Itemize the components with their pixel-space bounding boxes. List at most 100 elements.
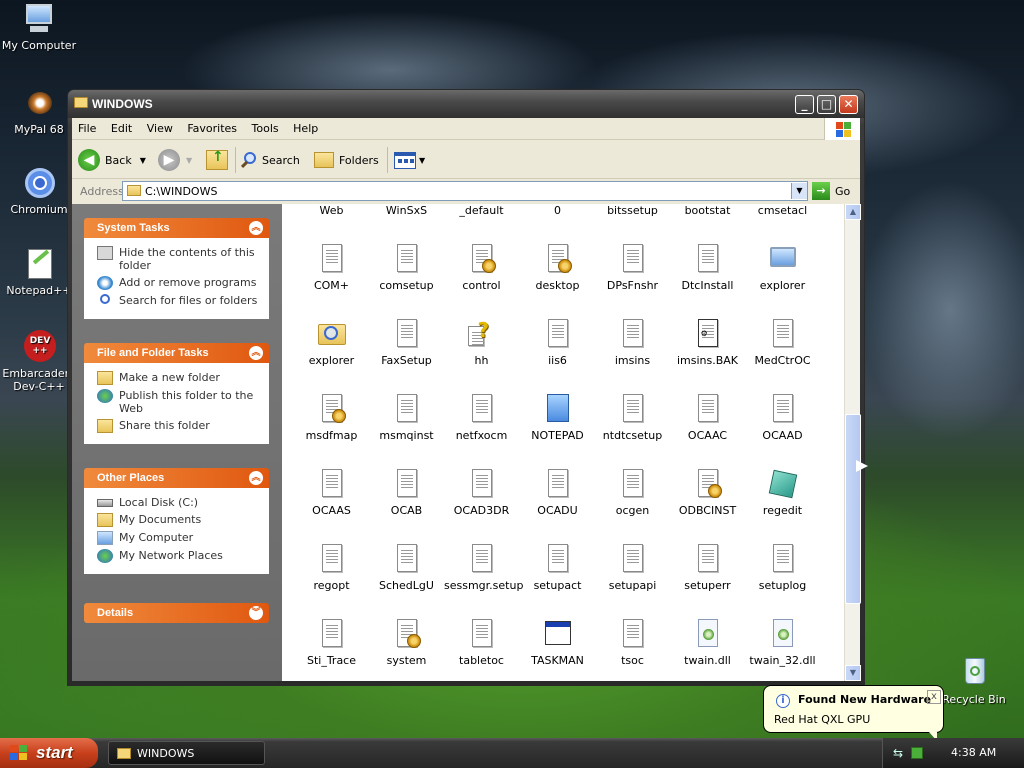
forward-button[interactable]: ▶ ▼ [158,148,192,172]
task-publish-web[interactable]: Publish this folder to the Web [97,389,262,415]
task-add-remove-programs[interactable]: Add or remove programs [97,276,262,290]
desktop-icon-recycle-bin[interactable]: Recycle Bin [934,656,1014,706]
file-item[interactable]: OCAAD [745,393,820,442]
file-item[interactable]: DPsFnshr [595,243,670,292]
file-item[interactable]: imsins [595,318,670,367]
collapse-icon[interactable]: ︽ [249,221,263,235]
clock[interactable]: 4:38 AM [951,746,996,759]
menu-tools[interactable]: Tools [246,118,284,135]
address-dropdown-button[interactable]: ▼ [791,183,807,199]
file-item[interactable]: setupact [520,543,595,592]
vertical-scrollbar[interactable]: ▲ ▼ [844,204,861,681]
file-item[interactable]: MedCtrOC [745,318,820,367]
task-share-folder[interactable]: Share this folder [97,419,262,433]
file-item[interactable]: setupapi [595,543,670,592]
close-button[interactable]: ✕ [839,95,858,114]
file-item[interactable]: FaxSetup [369,318,444,367]
place-my-computer[interactable]: My Computer [97,531,262,545]
file-item[interactable]: DtcInstall [670,243,745,292]
file-item[interactable]: setuperr [670,543,745,592]
file-item[interactable]: Web [294,204,369,217]
file-item[interactable]: _default [444,204,519,217]
scroll-down-button[interactable]: ▼ [845,665,861,681]
file-item[interactable]: regopt [294,543,369,592]
file-item[interactable]: desktop [520,243,595,292]
file-item[interactable]: explorer [294,318,369,367]
go-button[interactable]: → Go [812,182,850,200]
place-my-documents[interactable]: My Documents [97,513,262,527]
collapse-icon[interactable]: ︽ [249,346,263,360]
start-button[interactable]: start [0,738,98,768]
file-item[interactable]: WinSxS [369,204,444,217]
notification-balloon[interactable]: i Found New Hardware x Red Hat QXL GPU [763,685,944,741]
explorer-window[interactable]: WINDOWS _ □ ✕ File Edit View Favorites T… [67,89,865,686]
file-item[interactable]: OCAD3DR [444,468,519,517]
file-item[interactable]: twain.dll [670,618,745,667]
file-item[interactable]: Sti_Trace [294,618,369,667]
back-button[interactable]: ◀ Back ▼ [78,148,146,172]
menu-help[interactable]: Help [287,118,323,135]
search-button[interactable]: Search [240,148,300,172]
menu-favorites[interactable]: Favorites [181,118,242,135]
address-input[interactable]: C:\WINDOWS ▼ [122,181,808,201]
hardware-icon[interactable] [911,747,923,759]
file-item[interactable]: twain_32.dll [745,618,820,667]
file-item[interactable]: OCAAC [670,393,745,442]
file-item[interactable]: tsoc [595,618,670,667]
place-my-network[interactable]: My Network Places [97,549,262,563]
balloon-close-button[interactable]: x [927,690,941,704]
file-item[interactable]: bitssetup [595,204,670,217]
file-item[interactable]: sessmgr.setup [444,543,523,592]
system-tasks-header[interactable]: System Tasks ︽ [84,218,269,238]
folders-button[interactable]: Folders [314,148,379,172]
file-item[interactable]: OCAB [369,468,444,517]
title-bar[interactable]: WINDOWS _ □ ✕ [68,90,864,118]
file-item[interactable]: system [369,618,444,667]
file-item[interactable]: netfxocm [444,393,519,442]
file-item[interactable]: NOTEPAD [520,393,595,442]
views-button[interactable]: ▼ [394,148,425,172]
file-item[interactable]: ocgen [595,468,670,517]
file-item[interactable]: TASKMAN [520,618,595,667]
file-item[interactable]: cmsetacl [745,204,820,217]
desktop-icon-my-computer[interactable]: My Computer [0,2,79,52]
minimize-button[interactable]: _ [795,95,814,114]
scroll-up-button[interactable]: ▲ [845,204,861,220]
file-item[interactable]: control [444,243,519,292]
file-item[interactable]: ODBCINST [670,468,745,517]
file-item[interactable]: iis6 [520,318,595,367]
file-item[interactable]: COM+ [294,243,369,292]
menu-file[interactable]: File [72,118,101,135]
details-header[interactable]: Details ︾ [84,603,269,623]
file-item[interactable]: setuplog [745,543,820,592]
up-button[interactable]: ↑ [206,148,228,172]
task-hide-contents[interactable]: Hide the contents of this folder [97,246,262,272]
file-folder-tasks-header[interactable]: File and Folder Tasks ︽ [84,343,269,363]
other-places-header[interactable]: Other Places ︽ [84,468,269,488]
collapse-icon[interactable]: ︽ [249,471,263,485]
file-item[interactable]: 0 [520,204,595,217]
file-item[interactable]: bootstat [670,204,745,217]
file-list[interactable]: Web WinSxS _default 0 bitssetup bootstat cmset… [282,204,844,681]
file-item[interactable]: OCAAS [294,468,369,517]
file-item[interactable]: comsetup [369,243,444,292]
expand-icon[interactable]: ︾ [249,606,263,620]
file-item[interactable]: OCADU [520,468,595,517]
file-item[interactable]: ntdtcsetup [595,393,670,442]
file-item[interactable]: ⚙ imsins.BAK [670,318,745,367]
menu-view[interactable]: View [141,118,178,135]
maximize-button[interactable]: □ [817,95,836,114]
file-item[interactable]: ? hh [444,318,519,367]
file-item[interactable]: msdfmap [294,393,369,442]
task-make-folder[interactable]: Make a new folder [97,371,262,385]
chevron-down-icon[interactable]: ▼ [140,156,146,165]
file-item[interactable]: tabletoc [444,618,519,667]
network-icon[interactable]: ⇆ [893,746,907,760]
file-item[interactable]: regedit [745,468,820,517]
taskbar-button-windows[interactable]: WINDOWS [108,741,265,765]
place-local-disk[interactable]: Local Disk (C:) [97,496,262,509]
scroll-thumb[interactable] [845,414,861,604]
file-item[interactable]: explorer [745,243,820,292]
task-search-files[interactable]: Search for files or folders [97,294,262,308]
file-item[interactable]: msmqinst [369,393,444,442]
